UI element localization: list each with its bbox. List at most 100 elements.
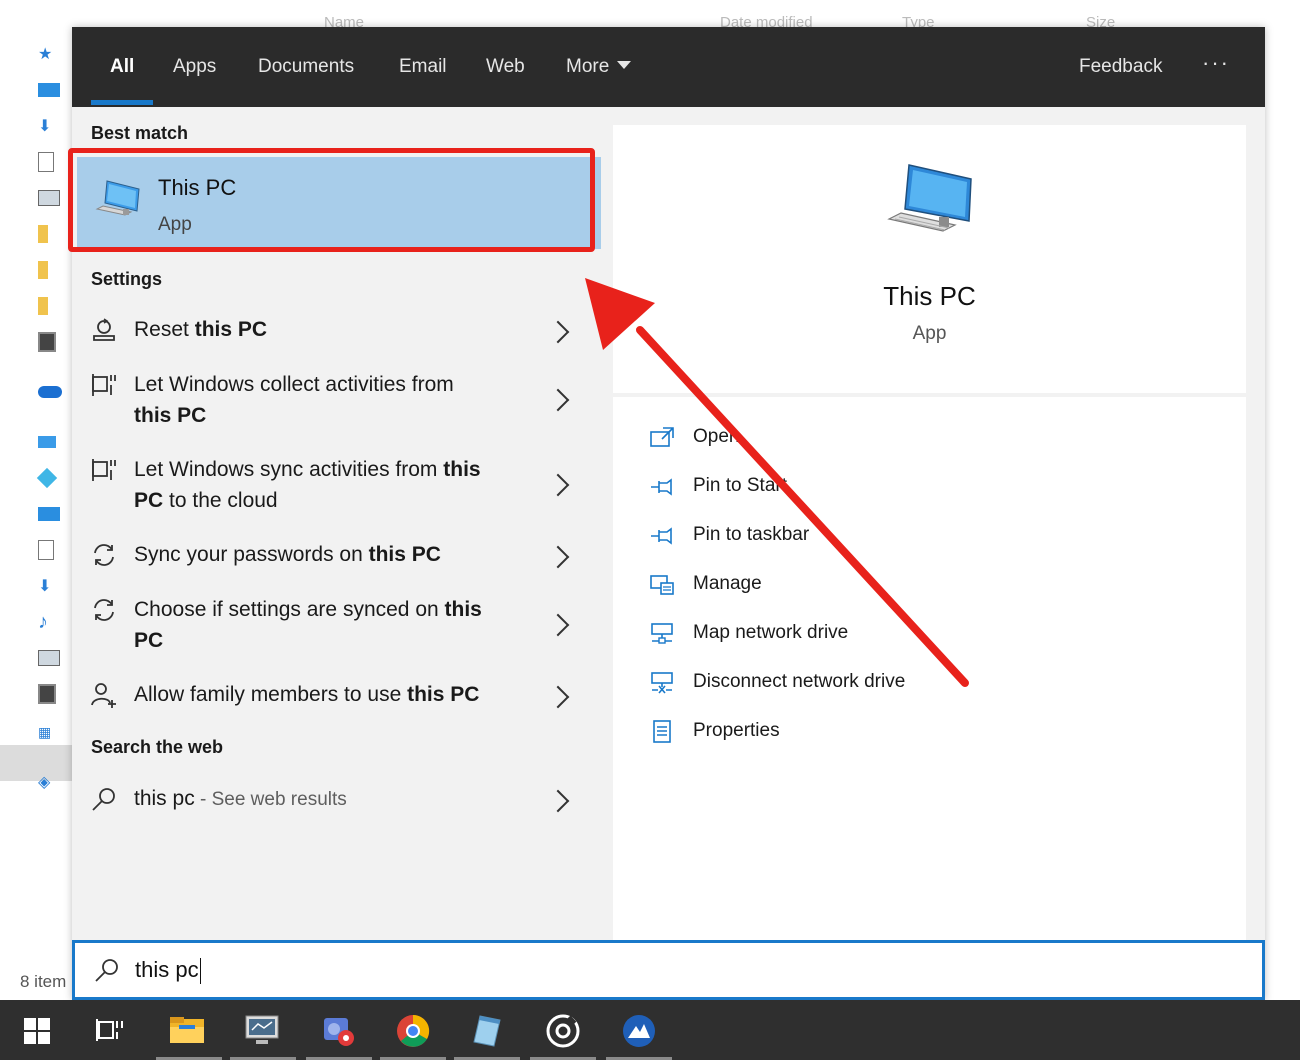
open-icon (650, 427, 674, 447)
timeline-icon (92, 459, 116, 481)
taskbar (0, 1000, 1300, 1060)
tab-more-label: More (566, 56, 610, 77)
properties-icon (653, 720, 671, 743)
search-icon (95, 959, 118, 982)
app-taskbar-button[interactable] (602, 1000, 676, 1060)
feedback-button[interactable]: Feedback (1079, 27, 1162, 107)
tab-web[interactable]: Web (486, 27, 525, 107)
setting-reset-this-pc[interactable]: Reset this PC (72, 314, 595, 354)
nav-videos[interactable] (38, 328, 72, 356)
nav-videos-2[interactable] (38, 680, 72, 708)
search-box[interactable]: this pc (72, 940, 1265, 1000)
file-explorer-taskbar-button[interactable] (152, 1000, 226, 1060)
nav-quick-access[interactable]: ★ (38, 40, 72, 68)
best-match-subtitle: App (158, 214, 192, 235)
setting-label: Choose if settings are synced on this PC (134, 598, 482, 652)
preview-title: This PC (883, 281, 976, 311)
app-icon (623, 1015, 655, 1047)
nav-downloads-2[interactable]: ⬇ (38, 572, 72, 600)
nav-local-disk[interactable]: ▦ (38, 718, 72, 746)
notepad-taskbar-button[interactable] (450, 1000, 524, 1060)
action-label: Map network drive (693, 622, 849, 643)
sync-icon (94, 599, 114, 621)
nav-pictures-2[interactable] (38, 644, 72, 672)
media-taskbar-button[interactable] (526, 1000, 600, 1060)
windows-start-icon (24, 1018, 50, 1044)
nav-desktop[interactable] (38, 76, 72, 104)
chevron-right-icon (546, 789, 570, 813)
chrome-taskbar-button[interactable] (376, 1000, 450, 1060)
setting-sync-activities[interactable]: Let Windows sync activities from this PC … (72, 454, 595, 518)
nav-desktop-2[interactable] (38, 500, 72, 528)
reset-icon (93, 318, 115, 341)
setting-label: Sync your passwords on this PC (134, 543, 441, 566)
search-input[interactable]: this pc (135, 957, 202, 985)
photos-taskbar-button[interactable] (302, 1000, 376, 1060)
nav-music[interactable]: ♪ (38, 608, 72, 636)
search-icon (92, 788, 115, 811)
nav-documents[interactable] (38, 148, 72, 176)
remote-desktop-taskbar-button[interactable] (226, 1000, 300, 1060)
best-match-heading: Best match (91, 123, 189, 143)
settings-heading: Settings (91, 269, 163, 289)
setting-collect-activities[interactable]: Let Windows collect activities from this … (72, 369, 595, 433)
nav-3d-objects[interactable] (36, 464, 72, 492)
web-result-this-pc[interactable]: this pc - See web results (72, 783, 595, 823)
chevron-right-icon (546, 685, 570, 709)
network-icon: ◈ (38, 774, 51, 791)
computer-icon (95, 179, 141, 228)
pictures-icon (38, 650, 60, 666)
chevron-right-icon (546, 613, 570, 637)
document-icon (38, 152, 54, 172)
setting-choose-synced[interactable]: Choose if settings are synced on this PC (72, 594, 595, 658)
nav-this-pc[interactable] (38, 428, 72, 456)
nav-folder-1[interactable] (38, 220, 72, 248)
nav-pictures[interactable] (38, 184, 72, 212)
folder-icon (38, 297, 48, 315)
file-explorer-icon (170, 1017, 204, 1043)
pictures-icon (38, 190, 60, 206)
preview-card: This PC App (613, 125, 1246, 393)
task-view-button[interactable] (74, 1000, 148, 1060)
tab-apps[interactable]: Apps (173, 27, 216, 107)
tab-documents[interactable]: Documents (258, 27, 354, 107)
manage-icon (650, 575, 674, 595)
cube-icon (36, 467, 58, 489)
setting-label: Allow family members to use this PC (134, 683, 480, 706)
photos-icon (324, 1018, 354, 1046)
nav-downloads[interactable]: ⬇ (38, 112, 72, 140)
action-label: Manage (693, 573, 762, 594)
nav-documents-2[interactable] (38, 536, 72, 564)
search-tab-bar: All Apps Documents Email Web More Feedba… (72, 27, 1265, 107)
windows-start-button[interactable] (0, 1000, 74, 1060)
download-icon: ⬇ (38, 578, 52, 595)
nav-folder-3[interactable] (38, 292, 72, 320)
best-match-this-pc[interactable]: This PC App (77, 157, 601, 249)
chevron-right-icon (546, 545, 570, 569)
results-list: Best match This PC App Settings Reset th… (68, 107, 601, 940)
preview-subtitle: App (912, 323, 947, 344)
text-cursor (199, 958, 202, 985)
disconnect-drive-icon (651, 672, 673, 694)
more-options-button[interactable]: ··· (1202, 27, 1230, 107)
pin-icon (651, 478, 672, 496)
nav-folder-2[interactable] (38, 256, 72, 284)
chrome-icon (397, 1014, 430, 1047)
tab-email[interactable]: Email (399, 27, 447, 107)
sync-icon (94, 544, 114, 566)
drive-icon: ▦ (38, 723, 52, 740)
setting-allow-family[interactable]: Allow family members to use this PC (72, 679, 595, 719)
timeline-icon (92, 374, 116, 396)
document-icon (38, 540, 54, 560)
media-icon (546, 1014, 580, 1048)
chevron-right-icon (546, 388, 570, 412)
chevron-right-icon (546, 320, 570, 344)
tab-more[interactable]: More (566, 27, 632, 107)
nav-onedrive[interactable] (38, 378, 72, 406)
nav-network[interactable]: ◈ (38, 768, 72, 796)
setting-sync-passwords[interactable]: Sync your passwords on this PC (72, 539, 595, 579)
film-icon (38, 684, 56, 704)
cloud-icon (38, 386, 62, 398)
tab-all[interactable]: All (110, 27, 134, 107)
map-drive-icon (651, 623, 673, 644)
